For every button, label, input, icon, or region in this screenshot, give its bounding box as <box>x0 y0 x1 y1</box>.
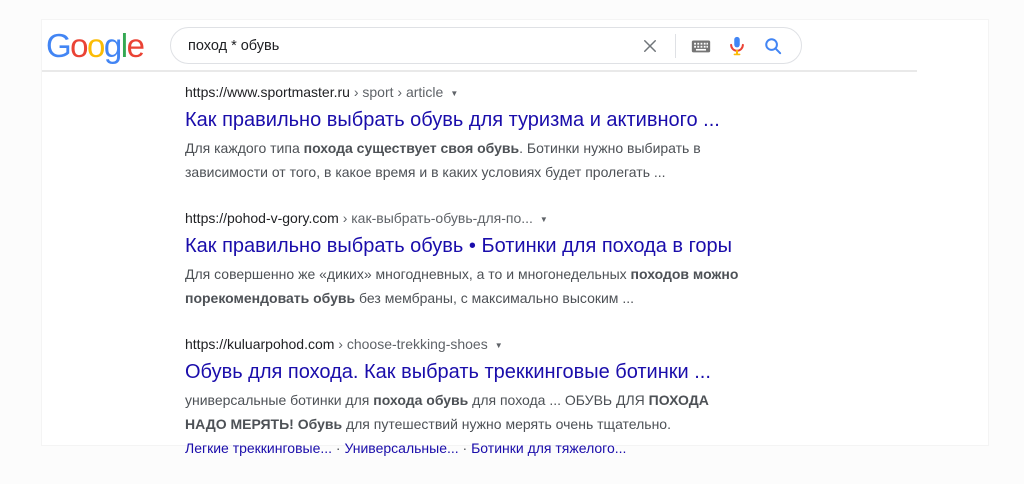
result-title-link[interactable]: Как правильно выбрать обувь для туризма … <box>185 107 720 133</box>
result-snippet: Для каждого типа похода существует своя … <box>185 136 741 184</box>
result-snippet: Для совершенно же «диких» многодневных, … <box>185 262 741 310</box>
microphone-icon[interactable] <box>726 35 748 57</box>
sitelink-separator: · <box>459 440 471 456</box>
header-divider <box>42 70 917 72</box>
keyboard-icon[interactable] <box>690 35 712 57</box>
breadcrumb: › choose-trekking-shoes <box>334 335 487 354</box>
search-input[interactable]: поход * обувь <box>171 38 639 54</box>
chevron-down-icon[interactable]: ▼ <box>495 334 503 355</box>
sitelink[interactable]: Ботинки для тяжелого... <box>471 440 626 456</box>
logo-letter: G <box>46 27 70 64</box>
breadcrumb: › sport › article <box>350 83 443 102</box>
clear-icon[interactable] <box>639 35 661 57</box>
result-snippet: универсальные ботинки для похода обувь д… <box>185 388 741 436</box>
search-results-page: Google поход * обувь <box>42 20 988 445</box>
search-result: https://kuluarpohod.com › choose-trekkin… <box>185 334 785 460</box>
chevron-down-icon[interactable]: ▼ <box>540 208 548 229</box>
result-url-line[interactable]: https://www.sportmaster.ru › sport › art… <box>185 82 785 103</box>
chevron-down-icon[interactable]: ▼ <box>450 82 458 103</box>
google-logo[interactable]: Google <box>46 29 143 63</box>
result-url: https://www.sportmaster.ru <box>185 83 350 102</box>
search-result: https://pohod-v-gory.com › как-выбрать-о… <box>185 208 785 310</box>
results-list: https://www.sportmaster.ru › sport › art… <box>185 82 785 484</box>
search-icon[interactable] <box>762 35 784 57</box>
breadcrumb: › как-выбрать-обувь-для-по... <box>339 209 533 228</box>
sitelink[interactable]: Универсальные... <box>344 440 458 456</box>
logo-letter: o <box>87 27 104 64</box>
sitelinks-row: Легкие треккинговые... · Универсальные..… <box>185 436 785 460</box>
logo-letter: o <box>70 27 87 64</box>
sitelink-separator: · <box>332 440 344 456</box>
search-bar[interactable]: поход * обувь <box>170 27 802 64</box>
result-url: https://pohod-v-gory.com <box>185 209 339 228</box>
result-url-line[interactable]: https://kuluarpohod.com › choose-trekkin… <box>185 334 785 355</box>
sitelink[interactable]: Легкие треккинговые... <box>185 440 332 456</box>
result-url-line[interactable]: https://pohod-v-gory.com › как-выбрать-о… <box>185 208 785 229</box>
search-result: https://www.sportmaster.ru › sport › art… <box>185 82 785 184</box>
result-title-link[interactable]: Как правильно выбрать обувь • Ботинки дл… <box>185 233 732 259</box>
logo-letter: g <box>104 27 121 64</box>
result-title-link[interactable]: Обувь для похода. Как выбрать треккингов… <box>185 359 711 385</box>
logo-letter: e <box>127 27 144 64</box>
result-url: https://kuluarpohod.com <box>185 335 334 354</box>
searchbar-divider <box>675 34 676 58</box>
